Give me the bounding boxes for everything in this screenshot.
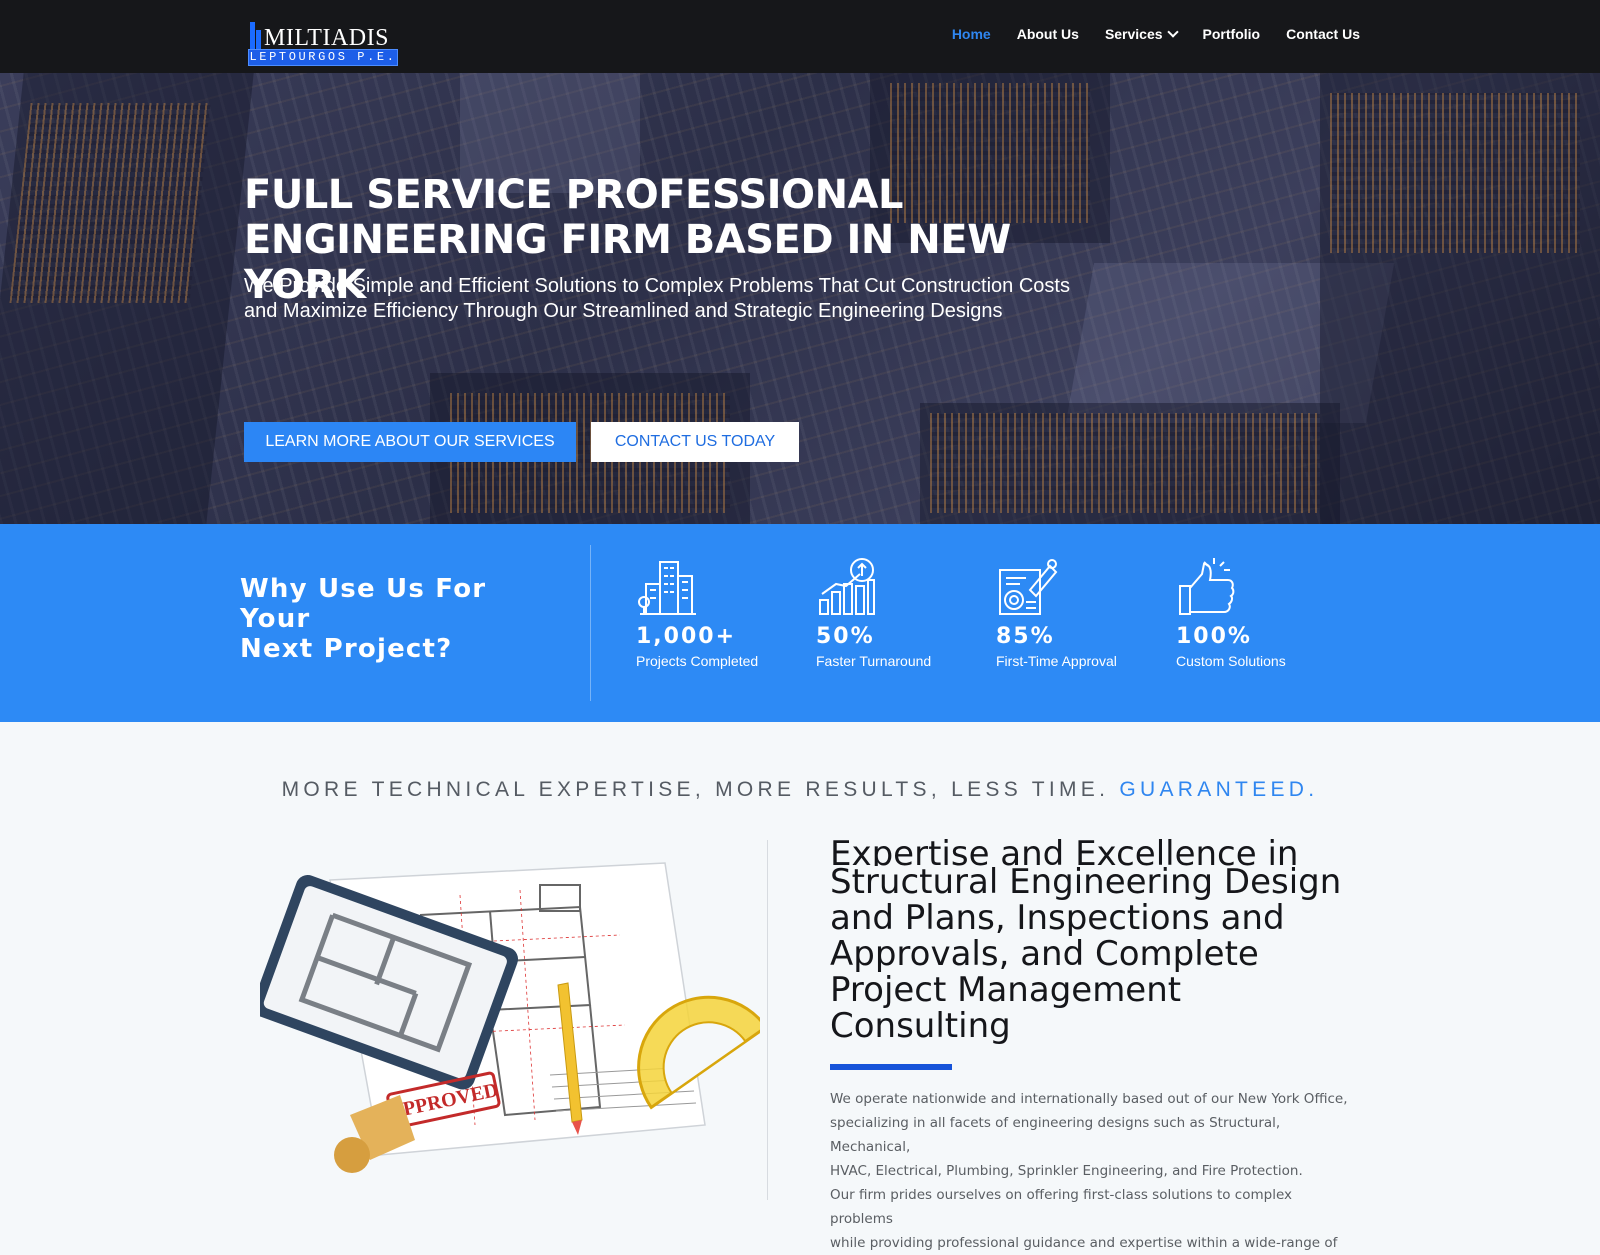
hero-title-line: FULL SERVICE PROFESSIONAL (244, 172, 903, 218)
stat-approval: 85% First-Time Approval (996, 556, 1166, 670)
growth-chart-icon (819, 558, 875, 615)
expertise-heading: Structural Engineering Design and Plans,… (830, 864, 1370, 1044)
stat-custom: 100% Custom Solutions (1176, 556, 1346, 670)
approved-document-icon (999, 559, 1058, 615)
body-line: We operate nationwide and internationall… (830, 1091, 1348, 1107)
heading-line: Project Management (830, 970, 1182, 1010)
stats-heading-line: Why Use Us For Your (240, 574, 487, 634)
stat-label: Faster Turnaround (816, 653, 932, 669)
contact-us-today-button[interactable]: CONTACT US TODAY (591, 422, 799, 462)
stats-band: Why Use Us For Your Next Project? 1,000+… (0, 524, 1600, 722)
stats-heading: Why Use Us For Your Next Project? (240, 574, 560, 664)
tagline-text: MORE TECHNICAL EXPERTISE, MORE RESULTS, … (281, 778, 1110, 801)
nav-home[interactable]: Home (952, 26, 991, 42)
logo[interactable]: MILTIADIS LEPTOURGOS P.E. (248, 10, 400, 66)
body-line: while providing professional guidance an… (830, 1235, 1338, 1251)
logo-name: MILTIADIS (264, 25, 389, 51)
body-line: specializing in all facets of engineerin… (830, 1115, 1281, 1155)
expertise-tagline: MORE TECHNICAL EXPERTISE, MORE RESULTS, … (0, 778, 1600, 802)
thumbs-up-icon (1179, 558, 1235, 615)
stat-value: 50% (816, 624, 875, 649)
nav-portfolio-label: Portfolio (1202, 26, 1261, 42)
stat-value: 85% (996, 624, 1055, 649)
nav-home-label: Home (951, 26, 991, 42)
nav-services-label: Services (1104, 26, 1163, 42)
nav-contact-us[interactable]: Contact Us (1286, 26, 1360, 42)
stat-label: First-Time Approval (996, 653, 1117, 669)
nav-services[interactable]: Services (1104, 26, 1179, 42)
learn-more-services-button[interactable]: LEARN MORE ABOUT OUR SERVICES (244, 422, 576, 462)
body-line: Our firm prides ourselves on offering fi… (830, 1187, 1293, 1227)
logo-tower-icon (250, 22, 255, 52)
stats-heading-line: Next Project? (240, 634, 453, 664)
hero-subtitle-line: and Maximize Efficiency Through Our Stre… (244, 300, 1003, 322)
nav-about-label: About Us (1016, 26, 1079, 42)
logo-subtitle: LEPTOURGOS P.E. (248, 49, 398, 66)
nav-portfolio[interactable]: Portfolio (1203, 26, 1261, 42)
nav-about-us[interactable]: About Us (1017, 26, 1079, 42)
tagline-accent: GUARANTEED. (1119, 778, 1319, 801)
expertise-body: We operate nationwide and internationall… (830, 1087, 1350, 1255)
chevron-down-icon (1166, 26, 1179, 38)
stat-turnaround: 50% Faster Turnaround (816, 556, 986, 670)
blueprint-illustration: APPROVED (260, 862, 760, 1173)
accent-rule (830, 1064, 952, 1070)
main-nav: Home About Us Services Portfolio Contact… (952, 26, 1360, 42)
site-header: MILTIADIS LEPTOURGOS P.E. Home About Us … (0, 0, 1600, 73)
body-line: HVAC, Electrical, Plumbing, Sprinkler En… (830, 1163, 1303, 1179)
stat-label: Custom Solutions (1176, 653, 1286, 669)
stat-value: 1,000+ (636, 624, 737, 649)
hero-section: FULL SERVICE PROFESSIONAL ENGINEERING FI… (0, 73, 1600, 524)
divider (590, 545, 591, 701)
heading-line: and Plans, Inspections and (830, 898, 1285, 938)
stat-label: Projects Completed (636, 653, 759, 669)
nav-contact-label: Contact Us (1286, 26, 1360, 42)
wooden-stamp-icon (334, 1095, 415, 1173)
hero-subtitle: We Provide Simple and Efficient Solution… (244, 274, 1104, 324)
heading-line: Consulting (830, 1006, 1011, 1046)
hero-subtitle-line: We Provide Simple and Efficient Solution… (244, 275, 1070, 297)
city-buildings-icon (638, 561, 696, 615)
heading-line: Approvals, and Complete (830, 934, 1259, 974)
stat-value: 100% (1176, 624, 1252, 649)
stat-projects: 1,000+ Projects Completed (636, 556, 806, 670)
window-lights (930, 413, 1320, 513)
heading-line: Structural Engineering Design (830, 862, 1342, 902)
window-lights (1330, 93, 1580, 253)
window-lights (9, 103, 211, 303)
column-divider (767, 840, 768, 1200)
